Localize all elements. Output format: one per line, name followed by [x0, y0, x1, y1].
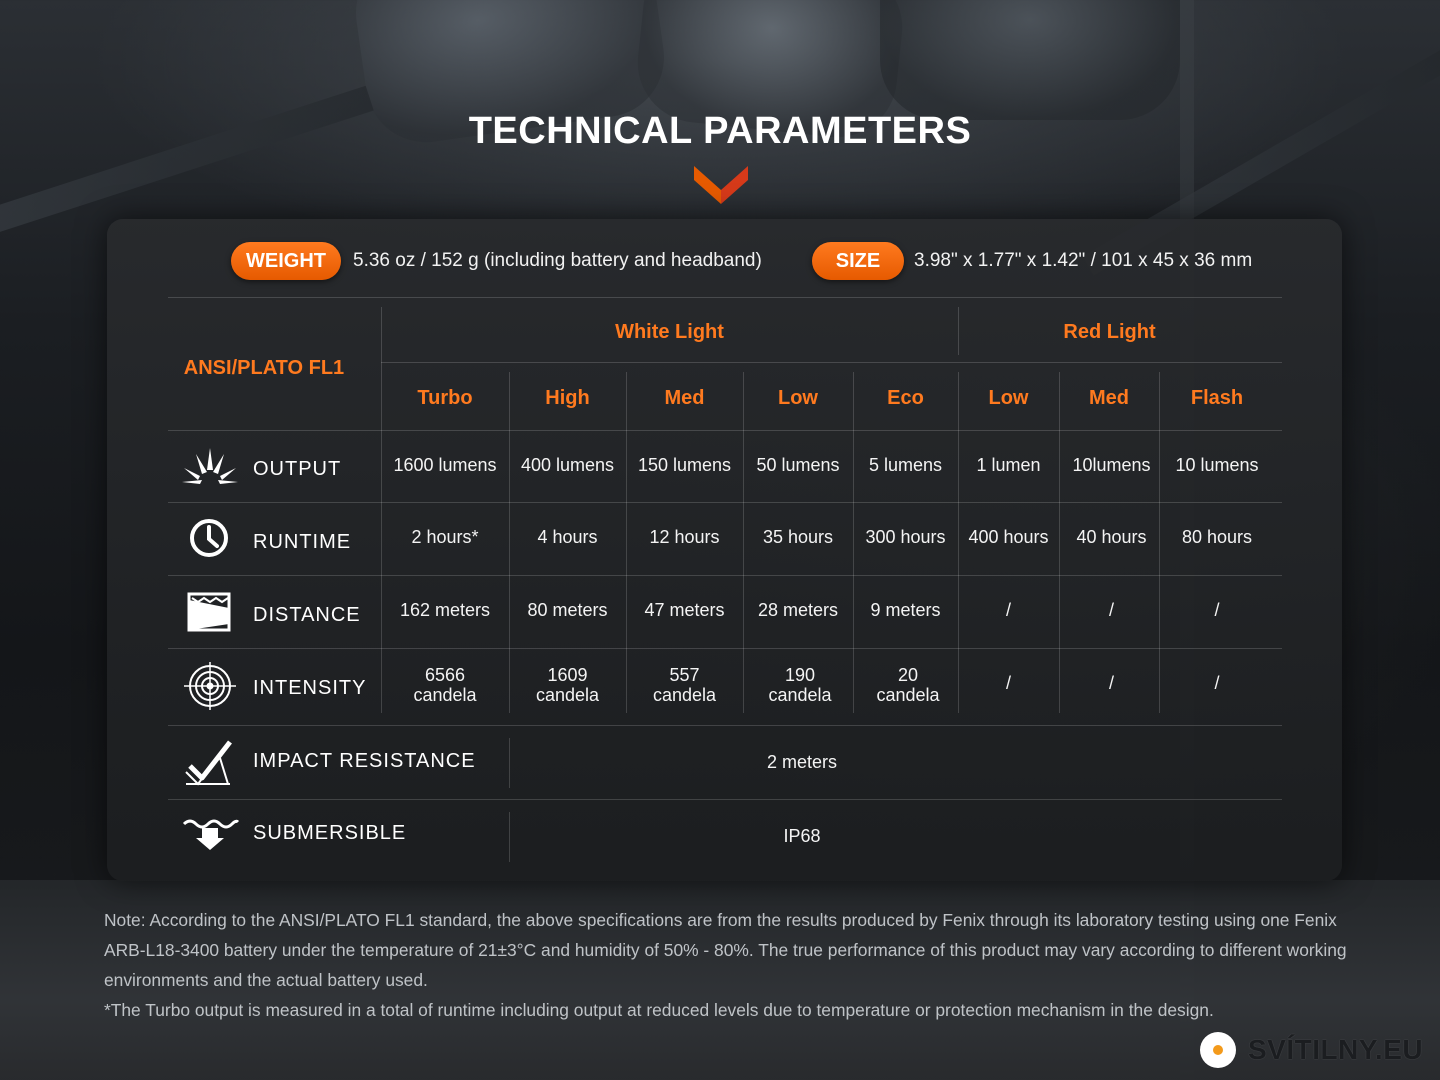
svitilny-logo-icon [1200, 1032, 1236, 1068]
output-med: 150 lumens [637, 455, 732, 476]
intensity-eco: 20 candela [853, 658, 963, 714]
standard-label: ANSI/PLATO FL1 [183, 357, 345, 379]
intensity-turbo: 6566 candela [381, 658, 509, 714]
column-divider [381, 307, 382, 713]
runtime-eco: 300 hours [865, 527, 946, 548]
footnote-standard: Note: According to the ANSI/PLATO FL1 st… [104, 910, 1347, 990]
output-turbo: 1600 lumens [393, 455, 497, 476]
mode-header-med: Med [664, 387, 705, 409]
intensity-red-low: / [1005, 673, 1011, 694]
intensity-high: 1609 candela [509, 658, 626, 714]
mode-header-eco: Eco [887, 387, 924, 409]
distance-red-flash: / [1214, 600, 1220, 621]
submersible-icon [182, 819, 240, 850]
intensity-low: 190 candela [743, 658, 857, 714]
intensity-value: 557 [669, 665, 700, 686]
output-red-flash: 10 lumens [1175, 455, 1259, 476]
white-light-header: White Light [615, 321, 724, 343]
intensity-unit: candela [535, 685, 600, 705]
runtime-turbo: 2 hours* [411, 527, 479, 548]
intensity-value: 1609 [547, 665, 588, 686]
output-eco: 5 lumens [868, 455, 943, 476]
intensity-unit: candela [413, 685, 477, 705]
output-red-low: 1 lumen [976, 455, 1041, 476]
distance-high: 80 meters [527, 600, 608, 621]
distance-eco: 9 meters [870, 600, 941, 621]
runtime-red-low: 400 hours [968, 527, 1049, 548]
distance-red-low: / [1005, 600, 1011, 621]
target-icon [184, 662, 236, 710]
mode-header-low: Low [778, 387, 818, 409]
runtime-red-med: 40 hours [1076, 527, 1147, 548]
table-divider [168, 297, 1282, 298]
runtime-med: 12 hours [649, 527, 720, 548]
row-label-impact: IMPACT RESISTANCE [253, 750, 476, 772]
output-low: 50 lumens [756, 455, 840, 476]
runtime-high: 4 hours [537, 527, 598, 548]
intensity-unit: candela [652, 685, 717, 705]
footnote: Note: According to the ANSI/PLATO FL1 st… [104, 905, 1364, 1025]
brand-logo: SVÍTILNY.EU [1200, 1030, 1423, 1070]
size-value: 3.98" x 1.77" x 1.42" / 101 x 45 x 36 mm [914, 250, 1253, 271]
footnote-turbo: *The Turbo output is measured in a total… [104, 1000, 1214, 1020]
distance-red-med: / [1108, 600, 1114, 621]
red-light-header: Red Light [1063, 321, 1156, 343]
runtime-red-flash: 80 hours [1181, 527, 1253, 548]
row-label-submersible: SUBMERSIBLE [253, 822, 407, 844]
mode-header-red-flash: Flash [1190, 387, 1244, 409]
weight-value: 5.36 oz / 152 g (including battery and h… [353, 250, 762, 271]
table-divider [168, 799, 1282, 800]
intensity-value: 20 [897, 665, 919, 686]
runtime-low: 35 hours [762, 527, 834, 548]
background-beam [0, 85, 374, 241]
table-divider [381, 362, 1282, 363]
distance-med: 47 meters [644, 600, 725, 621]
table-divider [168, 725, 1282, 726]
intensity-value: 6566 [424, 665, 466, 686]
table-divider [168, 502, 1282, 503]
row-label-output: OUTPUT [253, 458, 342, 480]
mode-header-red-low: Low [988, 387, 1029, 409]
clock-icon [190, 519, 228, 557]
intensity-value: 190 [784, 665, 816, 686]
intensity-unit: candela [768, 685, 832, 705]
mode-header-red-med: Med [1089, 387, 1129, 409]
impact-value: 2 meters [766, 752, 838, 773]
distance-turbo: 162 meters [399, 600, 491, 621]
row-label-runtime: RUNTIME [253, 531, 352, 553]
weight-badge: WEIGHT [231, 242, 341, 280]
beam-distance-icon [187, 592, 231, 632]
intensity-red-flash: / [1214, 673, 1220, 694]
distance-low: 28 meters [757, 600, 839, 621]
page-title: TECHNICAL PARAMETERS [468, 110, 972, 152]
intensity-med: 557 candela [626, 658, 743, 714]
burst-icon [182, 448, 238, 484]
size-badge: SIZE [812, 242, 904, 280]
background-pipe [880, 0, 1180, 120]
row-label-intensity: INTENSITY [253, 677, 367, 699]
output-high: 400 lumens [520, 455, 615, 476]
table-divider [168, 648, 1282, 649]
brand-text: SVÍTILNY.EU [1248, 1034, 1424, 1065]
table-divider [168, 575, 1282, 576]
row-label-distance: DISTANCE [253, 604, 361, 626]
mode-header-turbo: Turbo [417, 387, 473, 409]
chevron-down-icon [694, 166, 748, 204]
table-divider [168, 430, 1282, 431]
submersible-value: IP68 [783, 826, 821, 847]
intensity-unit: candela [876, 685, 940, 705]
output-red-med: 10lumens [1072, 455, 1151, 476]
impact-check-icon [185, 740, 232, 786]
mode-header-high: High [545, 387, 590, 409]
intensity-red-med: / [1108, 673, 1114, 694]
